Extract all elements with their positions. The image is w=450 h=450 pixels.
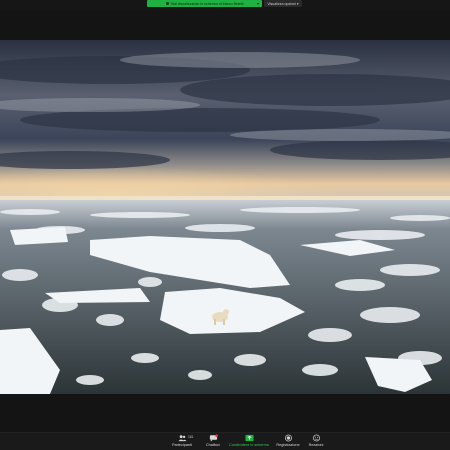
share-screen-label: Condividere lo schermo	[229, 443, 269, 447]
chevron-down-icon: ▾	[295, 1, 299, 6]
meeting-toolbar: 161 Partecipanti Chatbox Condividere lo …	[0, 432, 450, 450]
chat-button[interactable]: Chatbox	[193, 434, 233, 450]
chat-icon	[209, 434, 218, 442]
view-options-button[interactable]: Visualizza opzioni ▾	[264, 0, 302, 7]
share-status-icon	[165, 2, 169, 5]
shared-screen	[0, 40, 450, 394]
view-options-label: Visualizza opzioni	[267, 1, 296, 6]
record-icon	[284, 434, 292, 442]
arctic-photo	[0, 40, 450, 394]
chevron-down-icon[interactable]: ▾	[257, 1, 259, 6]
share-screen-icon	[244, 434, 254, 442]
share-banner-text: Stai visualizzando lo schermo di Marco B…	[170, 1, 244, 6]
reactions-icon	[312, 434, 320, 442]
reactions-button[interactable]: Reazioni	[296, 434, 336, 450]
chat-label: Chatbox	[205, 443, 221, 447]
reactions-label: Reazioni	[308, 443, 324, 447]
top-banner: Stai visualizzando lo schermo di Marco B…	[0, 0, 450, 10]
share-screen-button[interactable]: Condividere lo schermo	[229, 434, 269, 450]
screen-share-banner[interactable]: Stai visualizzando lo schermo di Marco B…	[147, 0, 262, 7]
participants-icon	[177, 435, 187, 442]
